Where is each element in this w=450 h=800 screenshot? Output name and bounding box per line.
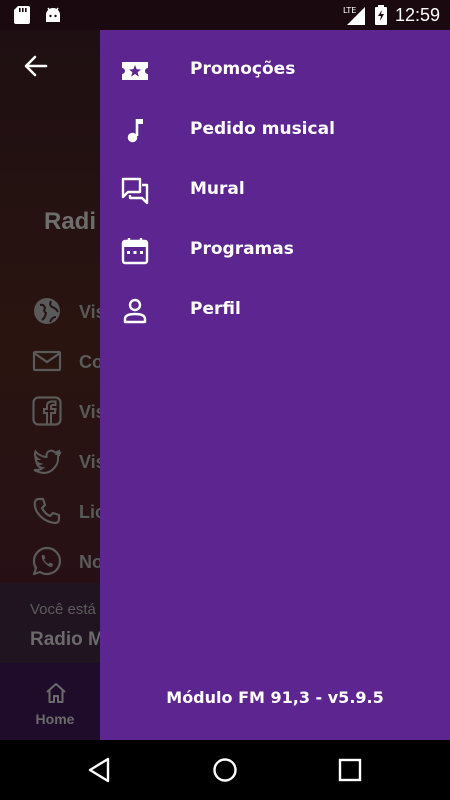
recents-square-icon[interactable] (334, 754, 366, 786)
drawer-item-programas[interactable]: Programas (100, 220, 450, 280)
nav-home-label: Home (35, 711, 75, 727)
home-circle-icon[interactable] (209, 754, 241, 786)
drawer-item-label: Promoções (190, 59, 296, 79)
drawer-item-label: Programas (190, 239, 294, 259)
person-icon (123, 298, 147, 324)
ticket-star-icon (122, 62, 148, 80)
clock: 12:59 (394, 5, 440, 25)
system-navigation-bar (0, 740, 450, 800)
twitter-icon (33, 449, 62, 474)
drawer-item-perfil[interactable]: Perfil (100, 280, 450, 340)
drawer-item-label: Perfil (190, 299, 241, 319)
drawer-item-mural[interactable]: Mural (100, 160, 450, 220)
drawer-item-label: Pedido musical (190, 119, 335, 139)
back-triangle-icon[interactable] (84, 754, 116, 786)
phone-icon (33, 497, 61, 525)
music-note-icon (127, 119, 143, 143)
drawer-item-label: Mural (190, 179, 245, 199)
home-icon (46, 683, 66, 703)
battery-charging-icon (374, 5, 387, 25)
globe-icon (34, 298, 60, 324)
station-title: Radi (44, 208, 97, 235)
back-arrow-icon[interactable] (22, 52, 50, 80)
now-playing-caption: Você está (30, 601, 96, 618)
sd-card-icon (14, 6, 30, 24)
mail-icon (32, 350, 62, 372)
status-bar: LTE 12:59 (0, 0, 450, 30)
navigation-drawer: Promoções Pedido musical Mural Programas (100, 30, 450, 740)
drawer-item-pedido-musical[interactable]: Pedido musical (100, 100, 450, 160)
facebook-icon (32, 396, 62, 426)
whatsapp-icon (32, 546, 62, 576)
android-icon (46, 7, 60, 22)
nav-home[interactable]: Home (24, 681, 88, 731)
forum-icon (121, 177, 149, 205)
app-version-label: Módulo FM 91,3 - v5.9.5 (166, 688, 384, 707)
network-type-label: LTE (343, 6, 356, 15)
calendar-icon (121, 238, 149, 265)
drawer-item-promocoes[interactable]: Promoções (100, 40, 450, 100)
signal-icon: LTE (343, 6, 365, 25)
now-playing-station: Radio M (30, 629, 104, 650)
